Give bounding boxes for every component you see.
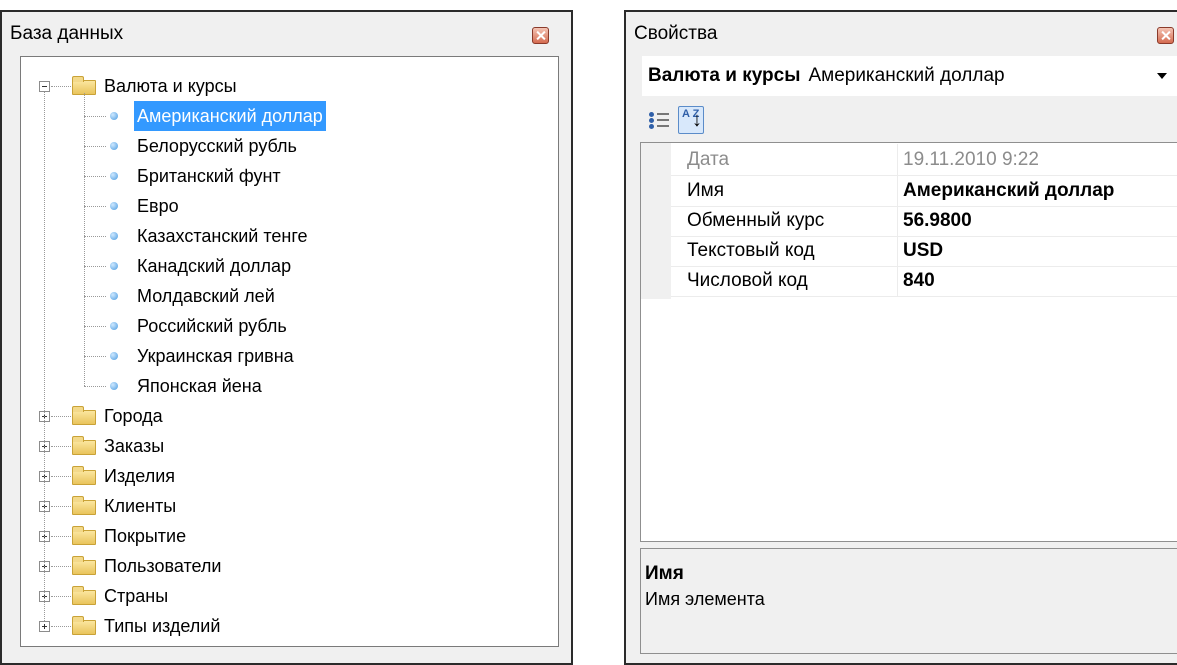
item-bullet-icon <box>110 322 118 330</box>
property-name: Обменный курс <box>687 210 825 231</box>
tree-node-folder[interactable]: Пользователи <box>21 551 321 581</box>
item-bullet-icon <box>110 292 118 300</box>
tree-node-item[interactable]: Американский доллар <box>21 101 421 131</box>
help-title: Имя <box>645 563 684 584</box>
property-name: Числовой код <box>687 270 808 291</box>
folder-icon <box>72 466 96 485</box>
folder-icon <box>72 496 96 515</box>
tree-node-item[interactable]: Британский фунт <box>21 161 421 191</box>
property-row[interactable]: Обменный курс 56.9800 <box>671 205 1177 237</box>
item-bullet-icon <box>110 262 118 270</box>
tree-node-item[interactable]: Украинская гривна <box>21 341 421 371</box>
property-value[interactable]: USD <box>903 235 943 266</box>
property-value[interactable]: 19.11.2010 9:22 <box>903 144 1039 175</box>
folder-icon <box>72 586 96 605</box>
tree-node-item[interactable]: Евро <box>21 191 421 221</box>
folder-icon <box>72 556 96 575</box>
tree-node-label: Белорусский рубль <box>137 136 297 156</box>
categorized-view-icon[interactable] <box>646 106 672 134</box>
help-description: Имя элемента <box>645 589 765 609</box>
property-row[interactable]: Текстовый код USD <box>671 235 1177 267</box>
tree-node-label: Города <box>104 406 163 426</box>
tree-node-folder[interactable]: Изделия <box>21 461 321 491</box>
tree-node-folder[interactable]: Типы изделий <box>21 611 321 641</box>
close-icon[interactable] <box>532 27 549 44</box>
tree-node-folder[interactable]: Клиенты <box>21 491 321 521</box>
tree-node-label: Украинская гривна <box>137 346 294 366</box>
tree-view: Валюта и курсы Американский доллар Белору… <box>21 57 558 646</box>
property-value[interactable]: Американский доллар <box>903 175 1114 206</box>
tree-node-label: Заказы <box>104 436 165 456</box>
tree-node-label: Типы изделий <box>104 616 221 636</box>
object-name: Американский доллар <box>808 65 1005 86</box>
tree-node-label: Евро <box>137 196 179 216</box>
tree-node-label: Японская йена <box>137 376 262 396</box>
properties-panel-title: Свойства <box>634 23 718 44</box>
tree-node-label: Американский доллар <box>134 101 326 131</box>
tree-node-item[interactable]: Японская йена <box>21 371 421 401</box>
tree-node-item[interactable]: Канадский доллар <box>21 251 421 281</box>
help-pane: Имя Имя элемента <box>640 548 1177 654</box>
tree-node-label: Молдавский лей <box>137 286 275 306</box>
item-bullet-icon <box>110 172 118 180</box>
property-row[interactable]: Имя Американский доллар <box>671 175 1177 207</box>
close-icon[interactable] <box>1157 27 1174 44</box>
database-panel: База данных Валюта и курсы Американский … <box>0 10 573 665</box>
object-selector[interactable]: Валюта и курсы Американский доллар <box>642 56 1177 96</box>
property-name: Имя <box>687 180 725 201</box>
tree-node-folder[interactable]: Заказы <box>21 431 321 461</box>
database-panel-title: База данных <box>10 23 124 44</box>
tree-node-folder[interactable]: Страны <box>21 581 321 611</box>
tree-node-folder[interactable]: Покрытие <box>21 521 321 551</box>
database-tree: Валюта и курсы Американский доллар Белору… <box>20 56 559 647</box>
tree-node-label: Страны <box>104 586 169 606</box>
property-name: Текстовый код <box>687 240 815 261</box>
tree-node-item[interactable]: Белорусский рубль <box>21 131 421 161</box>
folder-icon <box>72 436 96 455</box>
tree-node-label: Клиенты <box>104 496 177 516</box>
tree-node-label: Пользователи <box>104 556 222 576</box>
chevron-down-icon[interactable] <box>1157 73 1167 79</box>
item-bullet-icon <box>110 112 118 120</box>
properties-panel: Свойства Валюта и курсы Американский долл… <box>624 10 1177 665</box>
tree-node-item[interactable]: Российский рубль <box>21 311 421 341</box>
property-value[interactable]: 56.9800 <box>903 205 972 236</box>
tree-node-folder[interactable]: Города <box>21 401 321 431</box>
folder-icon <box>72 526 96 545</box>
folder-icon <box>72 616 96 635</box>
tree-node-label: Российский рубль <box>137 316 287 336</box>
tree-node-label: Казахстанский тенге <box>137 226 308 246</box>
sort-az-icon[interactable]: A Z ↓ <box>678 106 704 134</box>
folder-icon <box>72 406 96 425</box>
property-name: Дата <box>687 149 730 170</box>
tree-node-label: Канадский доллар <box>137 256 292 276</box>
property-row[interactable]: Числовой код 840 <box>671 265 1177 297</box>
item-bullet-icon <box>110 352 118 360</box>
item-bullet-icon <box>110 202 118 210</box>
properties-toolbar: A Z ↓ <box>642 98 1177 142</box>
property-row[interactable]: Дата 19.11.2010 9:22 <box>671 144 1177 176</box>
tree-node-label: Британский фунт <box>137 166 281 186</box>
property-grid: Дата 19.11.2010 9:22 Имя Американский долла… <box>640 142 1177 542</box>
tree-node-label: Изделия <box>104 466 176 486</box>
object-type: Валюта и курсы <box>648 65 801 86</box>
item-bullet-icon <box>110 232 118 240</box>
expand-icon[interactable] <box>39 621 50 632</box>
collapse-icon[interactable] <box>39 81 50 92</box>
item-bullet-icon <box>110 142 118 150</box>
tree-node-item[interactable]: Молдавский лей <box>21 281 421 311</box>
tree-node-label: Валюта и курсы <box>104 76 237 96</box>
property-value[interactable]: 840 <box>903 265 935 296</box>
item-bullet-icon <box>110 382 118 390</box>
tree-node-label: Покрытие <box>104 526 187 546</box>
tree-node-item[interactable]: Казахстанский тенге <box>21 221 421 251</box>
grid-margin <box>641 143 671 299</box>
